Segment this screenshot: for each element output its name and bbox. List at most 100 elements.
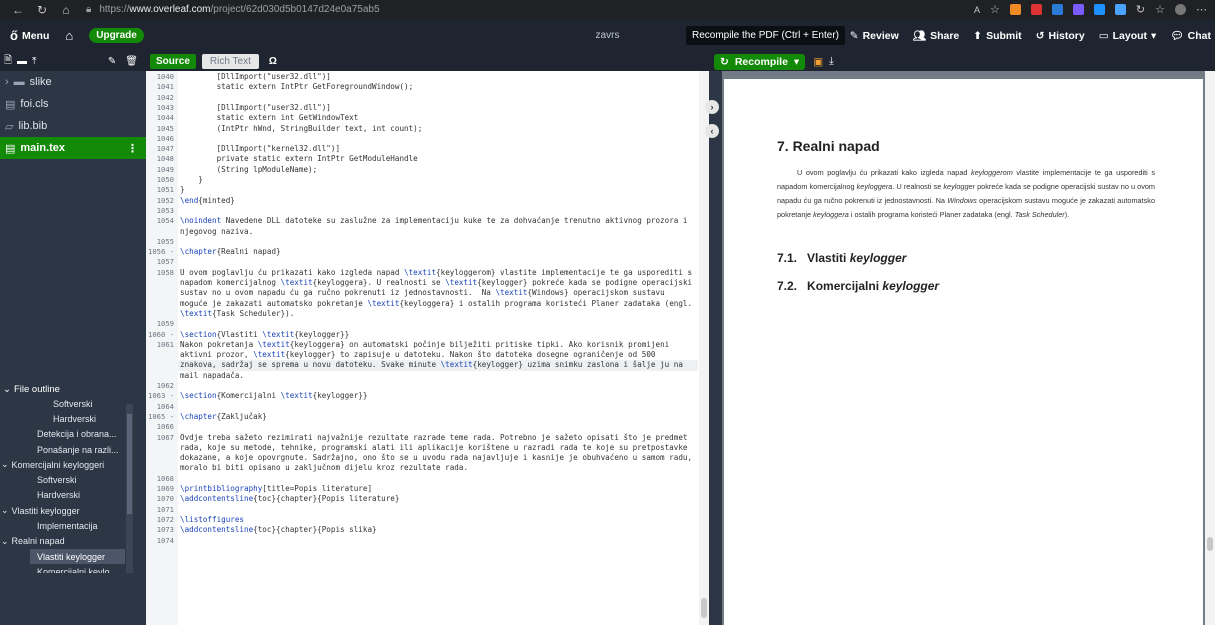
- reload-icon[interactable]: ↻: [30, 3, 54, 17]
- source-tab[interactable]: Source: [150, 54, 196, 69]
- pane-divider[interactable]: › ‹: [705, 52, 722, 625]
- outline-item[interactable]: Komercijalni keylo...: [0, 564, 146, 573]
- upgrade-button[interactable]: Upgrade: [89, 28, 144, 43]
- symbol-palette-button[interactable]: Ω: [269, 56, 277, 67]
- file-tree-item[interactable]: › ▬ slike: [0, 71, 146, 93]
- code-line[interactable]: \printbibliography[title=Popis literatur…: [180, 484, 372, 493]
- address-bar[interactable]: 🔒︎ https://www.overleaf.com/project/62d0…: [86, 4, 380, 15]
- extension-doc-icon[interactable]: [1114, 4, 1126, 15]
- extension-orange-icon[interactable]: [1009, 4, 1021, 15]
- extension-mail-icon[interactable]: [1072, 4, 1084, 15]
- download-pdf-icon[interactable]: ⤓: [829, 55, 834, 68]
- outline-item[interactable]: ⌄ Komercijalni keyloggeri: [0, 457, 146, 472]
- code-line[interactable]: \addcontentsline{toc}{chapter}{Popis lit…: [180, 494, 399, 503]
- code-line[interactable]: znakova, sadržaj se sprema u novu datote…: [180, 360, 683, 369]
- chevron-down-icon[interactable]: ⌄: [1, 536, 9, 547]
- rich-text-tab[interactable]: Rich Text: [201, 54, 259, 69]
- code-line[interactable]: \listoffigures: [180, 515, 244, 524]
- chevron-down-icon[interactable]: ▾: [794, 56, 799, 68]
- outline-item[interactable]: Hardverski: [0, 488, 146, 503]
- outline-item[interactable]: ⌄ Realni napad: [0, 534, 146, 549]
- file-tree-item[interactable]: ▤ foi.cls: [0, 93, 146, 115]
- code-line[interactable]: (IntPtr hWnd, StringBuilder text, int co…: [180, 124, 423, 133]
- code-line[interactable]: }: [180, 185, 185, 194]
- extension-red-icon[interactable]: [1030, 4, 1042, 15]
- code-line[interactable]: Nakon pokretanja \textit{keyloggera} on …: [180, 340, 669, 349]
- outline-item[interactable]: Ponašanje na razli...: [0, 442, 146, 457]
- new-folder-icon[interactable]: ▬: [17, 56, 27, 67]
- pdf-viewer[interactable]: 7. Realni napad U ovom poglavlju ću prik…: [722, 71, 1215, 625]
- code-line[interactable]: }: [180, 175, 203, 184]
- menu-button[interactable]: ő Menu: [10, 28, 49, 43]
- code-line[interactable]: \noindent Navedene DLL datoteke su zaslu…: [180, 216, 687, 225]
- pdf-scrollbar[interactable]: [1205, 71, 1215, 625]
- code-line[interactable]: static extern IntPtr GetForegroundWindow…: [180, 82, 414, 91]
- file-menu-icon[interactable]: ⋮: [127, 142, 138, 155]
- file-tree-item-active[interactable]: ▤ main.tex ⋮: [0, 137, 146, 159]
- recompile-button[interactable]: ↻ Recompile ▾: [714, 53, 806, 70]
- outline-item[interactable]: Softverski: [0, 396, 146, 411]
- code-line[interactable]: dokazane, a koje opovrgnute. Sadržajno, …: [180, 453, 692, 462]
- review-button[interactable]: ✎ Review: [850, 30, 899, 42]
- new-file-icon[interactable]: 🗎: [4, 53, 12, 70]
- outline-header[interactable]: ⌄ File outline: [0, 382, 146, 396]
- code-editor[interactable]: 1040 1041 1042 1043 1044 1045 1046 1047 1048 1049…: [146, 71, 709, 625]
- code-line[interactable]: \addcontentsline{toc}{chapter}{Popis sli…: [180, 525, 377, 534]
- home-button[interactable]: ⌂: [65, 28, 73, 43]
- code-line[interactable]: aktivni prozor, \textit{keylogger} to za…: [180, 350, 656, 359]
- history-button[interactable]: ↺ History: [1036, 30, 1085, 42]
- more-icon[interactable]: ⋯: [1196, 3, 1207, 16]
- home-icon[interactable]: ⌂: [54, 3, 78, 17]
- extension-blue-icon[interactable]: [1051, 4, 1063, 15]
- code-line[interactable]: [DllImport("kernel32.dll")]: [180, 144, 340, 153]
- outline-item[interactable]: Detekcija i obrana...: [0, 427, 146, 442]
- code-line[interactable]: mail napadača.: [180, 371, 244, 380]
- file-tree-item[interactable]: ▱ lib.bib: [0, 115, 146, 137]
- code-line[interactable]: private static extern IntPtr GetModuleHa…: [180, 154, 418, 163]
- submit-button[interactable]: ⬆ Submit: [973, 30, 1021, 42]
- outline-item[interactable]: ⌄ Vlastiti keylogger: [0, 503, 146, 518]
- collections-icon[interactable]: ☆: [1155, 3, 1165, 16]
- refresh-ext-icon[interactable]: ↻: [1136, 3, 1145, 16]
- code-line[interactable]: [DllImport("user32.dll")]: [180, 103, 331, 112]
- code-line[interactable]: \chapter{Zaključak}: [180, 412, 267, 421]
- code-line[interactable]: moralo bi biti opisano u zaključnom dije…: [180, 463, 468, 472]
- outline-item[interactable]: Softverski: [0, 472, 146, 487]
- code-line[interactable]: static extern int GetWindowText: [180, 113, 359, 122]
- back-icon[interactable]: ←: [6, 3, 30, 17]
- chevron-down-icon[interactable]: ⌄: [1, 459, 9, 470]
- code-line[interactable]: Ovdje treba sažeto rezimirati najvažnije…: [180, 433, 687, 442]
- chat-button[interactable]: 💬︎ Chat: [1170, 29, 1211, 43]
- chevron-down-icon[interactable]: ⌄: [1, 505, 9, 516]
- code-line[interactable]: U ovom poglavlju ću prikazati kako izgle…: [180, 268, 692, 277]
- profile-avatar[interactable]: [1175, 4, 1186, 15]
- outline-scrollbar[interactable]: [126, 404, 133, 573]
- code-line[interactable]: \section{Komercijalni \textit{keylogger}…: [180, 391, 367, 400]
- layout-button[interactable]: ▭ Layout ▾: [1099, 30, 1157, 42]
- editor-scroll-thumb[interactable]: [701, 598, 707, 618]
- code-line[interactable]: (String lpModuleName);: [180, 165, 318, 174]
- code-line[interactable]: sustav no u ovom napadu ću ga ručno pokr…: [180, 288, 665, 297]
- code-line[interactable]: [DllImport("user32.dll")]: [180, 72, 331, 81]
- code-line[interactable]: \textit{Task Scheduler}).: [180, 309, 294, 318]
- code-line[interactable]: \chapter{Realni napad}: [180, 247, 281, 256]
- outline-item[interactable]: Hardverski: [0, 411, 146, 426]
- outline-item[interactable]: Implementacija: [0, 518, 146, 533]
- favorite-icon[interactable]: ☆: [990, 3, 1000, 16]
- sync-to-code-icon[interactable]: ‹: [705, 124, 719, 138]
- outline-item[interactable]: Vlastiti keylogger: [30, 548, 125, 565]
- editor-scrollbar[interactable]: [699, 71, 709, 625]
- pdf-scroll-thumb[interactable]: [1207, 537, 1213, 551]
- read-aloud-icon[interactable]: A: [974, 5, 980, 15]
- code-line[interactable]: napadom komercijalnog \textit{keyloggera…: [180, 278, 692, 287]
- logs-icon[interactable]: ▣: [813, 56, 823, 68]
- share-button[interactable]: 👥︎ Share: [913, 29, 960, 43]
- rename-icon[interactable]: ✎: [108, 56, 116, 67]
- code-line[interactable]: moguće je zakazati automatsko pokretanje…: [180, 299, 692, 308]
- upload-icon[interactable]: ⤒: [32, 56, 36, 67]
- sync-to-pdf-icon[interactable]: ›: [705, 100, 719, 114]
- delete-icon[interactable]: 🗑︎: [125, 56, 138, 67]
- code-line[interactable]: rada, koje su metode, tehnike, programsk…: [180, 443, 687, 452]
- code-line[interactable]: \end{minted}: [180, 196, 235, 205]
- code-line[interactable]: njegovog naziva.: [180, 227, 253, 236]
